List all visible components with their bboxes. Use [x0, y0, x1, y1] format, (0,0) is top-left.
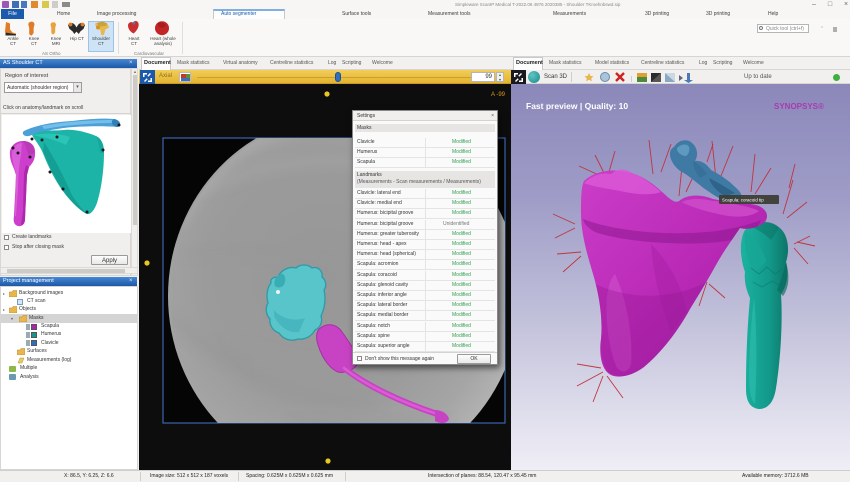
svg-text:SYNOPSYS®: SYNOPSYS® — [774, 102, 824, 111]
svg-text:A -99: A -99 — [491, 92, 506, 98]
svg-text:Scapula: coracoid tip: Scapula: coracoid tip — [722, 198, 764, 203]
svg-text:Fast preview | Quality: 10: Fast preview | Quality: 10 — [526, 101, 628, 111]
